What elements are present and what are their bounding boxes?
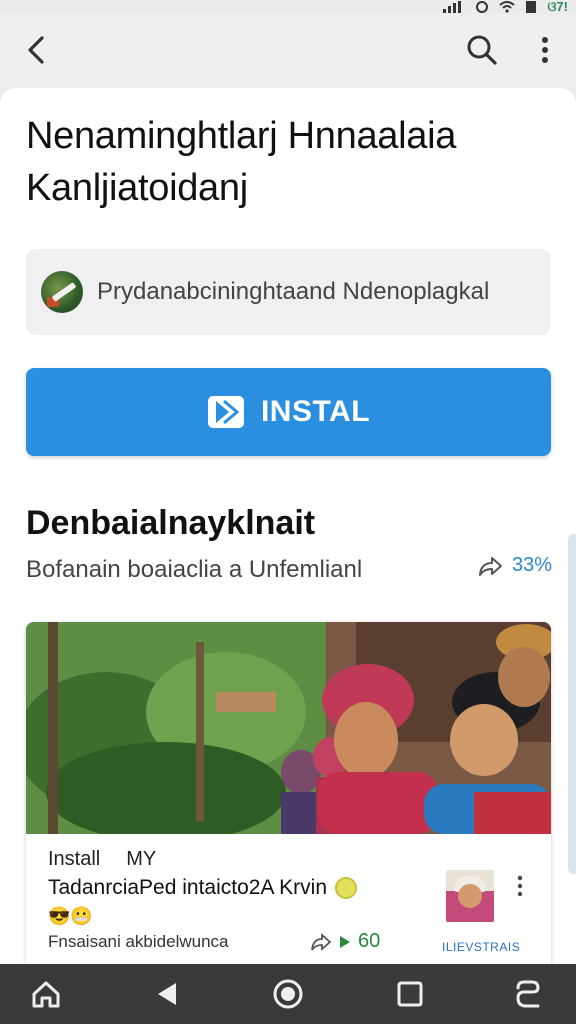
install-arrow-icon <box>207 396 244 428</box>
card-title: TadanrciaPed intaicto2A Krvin <box>48 876 327 899</box>
recents-icon[interactable] <box>394 978 426 1010</box>
play-arrow-icon <box>340 935 350 948</box>
top-app-bar <box>0 14 576 88</box>
nav-back-icon[interactable] <box>152 978 184 1010</box>
feature-card[interactable]: Install MY TadanrciaPed intaicto2A Krvin… <box>26 622 551 964</box>
install-label: INSTAL <box>260 395 371 428</box>
install-button[interactable]: INSTAL <box>26 368 551 456</box>
smile-icon <box>335 877 357 899</box>
card-info: Install MY TadanrciaPed intaicto2A Krvin… <box>26 834 551 964</box>
share-icon <box>478 556 502 576</box>
battery-level: ଓ7! <box>547 0 568 14</box>
battery-icon <box>526 1 537 13</box>
card-more-icon[interactable] <box>514 874 526 898</box>
card-emojis: 😎😬 <box>48 906 93 926</box>
card-stat[interactable]: 60 <box>310 930 380 953</box>
card-meta-row: Install MY <box>48 848 156 871</box>
app-detail-sheet: Nenaminghtlarj Hnnaalaia Kanljiatoidanj … <box>0 88 576 964</box>
share-value: 33% <box>511 554 552 576</box>
signal-icon <box>443 1 462 13</box>
card-tag: MY <box>126 848 157 870</box>
section-title: Denbaialnayklnait <box>26 504 316 542</box>
developer-name: Prydanabcininghtaand Ndenoplagkal <box>97 278 490 305</box>
more-vert-icon[interactable] <box>530 32 560 68</box>
developer-avatar <box>41 271 83 313</box>
search-icon[interactable] <box>464 32 500 68</box>
back-arrow-icon[interactable] <box>18 32 54 68</box>
card-thumb-label: ILIEVSTRAIS <box>442 940 521 954</box>
share-icon <box>311 932 332 951</box>
card-install-label: Install <box>48 848 101 870</box>
gesture-icon[interactable] <box>512 978 544 1010</box>
status-bar: ଓ7! <box>0 0 576 14</box>
alarm-icon <box>476 1 489 13</box>
wifi-icon <box>499 1 516 13</box>
app-title: Nenaminghtlarj Hnnaalaia Kanljiatoidanj <box>26 115 457 209</box>
feature-image <box>26 622 551 834</box>
card-thumbnail[interactable] <box>446 870 494 922</box>
card-stat-value: 60 <box>358 930 381 952</box>
card-caption: Fnsaisani a​kbidelwunca <box>48 932 229 951</box>
card-title-row: TadanrciaPed intaicto2A Krvin <box>48 876 357 900</box>
developer-card[interactable]: Prydanabcininghtaand Ndenoplagkal <box>26 249 551 335</box>
home-icon[interactable] <box>30 978 62 1010</box>
next-card-peek[interactable] <box>568 534 576 874</box>
section-subtitle: Bofanain boaiaclia a Unfemlianl <box>26 556 363 583</box>
nav-home-circle-icon[interactable] <box>272 978 304 1010</box>
system-nav-bar <box>0 964 576 1024</box>
thumb-face <box>458 884 482 908</box>
share-stat[interactable]: 33% <box>478 554 552 577</box>
